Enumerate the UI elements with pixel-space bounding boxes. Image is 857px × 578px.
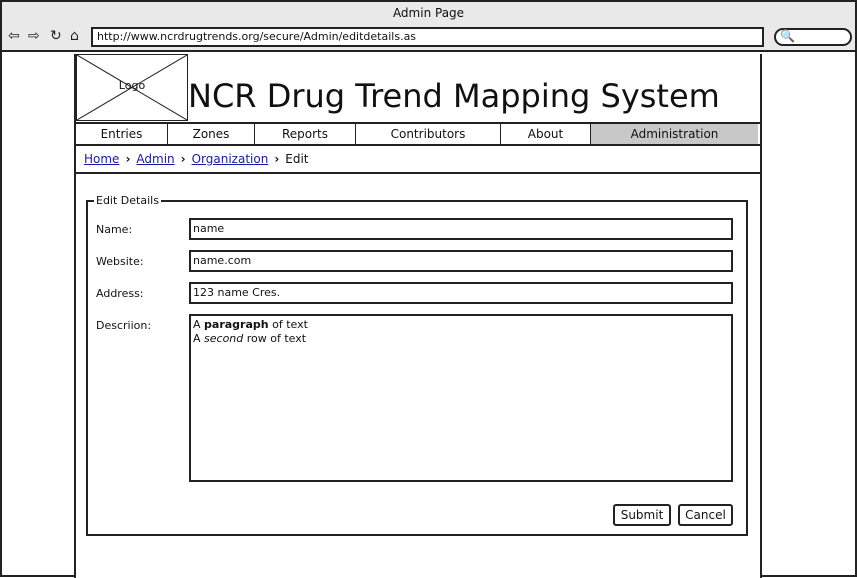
address-bar[interactable]: http://www.ncrdrugtrends.org/secure/Admi… bbox=[91, 27, 764, 47]
main-nav: Entries Zones Reports Contributors About… bbox=[76, 122, 762, 146]
description-textarea[interactable]: A paragraph of text A second row of text bbox=[189, 314, 733, 482]
edit-details-fieldset: Edit Details Name: name Website: name.co… bbox=[86, 194, 748, 536]
description-label: Descriion: bbox=[96, 319, 152, 332]
cancel-button[interactable]: Cancel bbox=[678, 504, 733, 526]
tab-about[interactable]: About bbox=[501, 124, 591, 144]
logo-placeholder: Logo bbox=[76, 54, 188, 121]
name-field[interactable]: name bbox=[189, 218, 733, 240]
search-icon: 🔍 bbox=[780, 29, 795, 43]
back-arrow-icon[interactable]: ⇦ bbox=[8, 28, 20, 44]
breadcrumb-home[interactable]: Home bbox=[84, 152, 119, 166]
chevron-right-icon: › bbox=[180, 152, 186, 166]
reload-icon[interactable]: ↻ bbox=[50, 28, 62, 44]
logo-label: Logo bbox=[118, 79, 146, 92]
search-input[interactable]: 🔍 bbox=[774, 28, 852, 46]
description-line-2-italic: second bbox=[204, 332, 244, 345]
page-viewport: Logo NCR Drug Trend Mapping System Entri… bbox=[2, 52, 855, 578]
breadcrumb-current: Edit bbox=[285, 152, 309, 166]
forward-arrow-icon[interactable]: ⇨ bbox=[28, 28, 40, 44]
submit-button[interactable]: Submit bbox=[613, 504, 671, 526]
breadcrumb-admin[interactable]: Admin bbox=[136, 152, 174, 166]
window-title: Admin Page bbox=[2, 2, 855, 25]
description-line-1-text-c: of text bbox=[268, 318, 308, 331]
browser-window: Admin Page ⇦ ⇨ ↻ ⌂ http://www.ncrdrugtre… bbox=[0, 0, 857, 578]
description-line-2-text-a: A bbox=[193, 332, 205, 345]
tab-reports[interactable]: Reports bbox=[255, 124, 356, 144]
home-icon[interactable]: ⌂ bbox=[70, 28, 79, 44]
tab-contributors[interactable]: Contributors bbox=[356, 124, 501, 144]
chevron-right-icon: › bbox=[125, 152, 131, 166]
header-divider bbox=[76, 172, 762, 174]
site-title: NCR Drug Trend Mapping System bbox=[188, 77, 720, 115]
fieldset-legend: Edit Details bbox=[94, 194, 161, 208]
description-line-2-text-c: row of text bbox=[243, 332, 307, 345]
breadcrumb: Home › Admin › Organization › Edit bbox=[84, 151, 309, 167]
website-label: Website: bbox=[96, 255, 144, 268]
breadcrumb-organization[interactable]: Organization bbox=[192, 152, 269, 166]
name-label: Name: bbox=[96, 223, 133, 236]
address-label: Address: bbox=[96, 287, 144, 300]
description-line-1-text-a: A bbox=[193, 318, 205, 331]
description-line-1-bold: paragraph bbox=[204, 318, 269, 331]
page-container: Logo NCR Drug Trend Mapping System Entri… bbox=[74, 54, 762, 578]
website-field[interactable]: name.com bbox=[189, 250, 733, 272]
tab-entries[interactable]: Entries bbox=[76, 124, 168, 144]
tab-administration[interactable]: Administration bbox=[591, 124, 758, 144]
tab-zones[interactable]: Zones bbox=[168, 124, 255, 144]
browser-toolbar: ⇦ ⇨ ↻ ⌂ http://www.ncrdrugtrends.org/sec… bbox=[2, 24, 855, 52]
description-line-1: A paragraph of text bbox=[193, 318, 731, 332]
address-field[interactable]: 123 name Cres. bbox=[189, 282, 733, 304]
description-line-2: A second row of text bbox=[193, 332, 731, 346]
chevron-right-icon: › bbox=[274, 152, 280, 166]
